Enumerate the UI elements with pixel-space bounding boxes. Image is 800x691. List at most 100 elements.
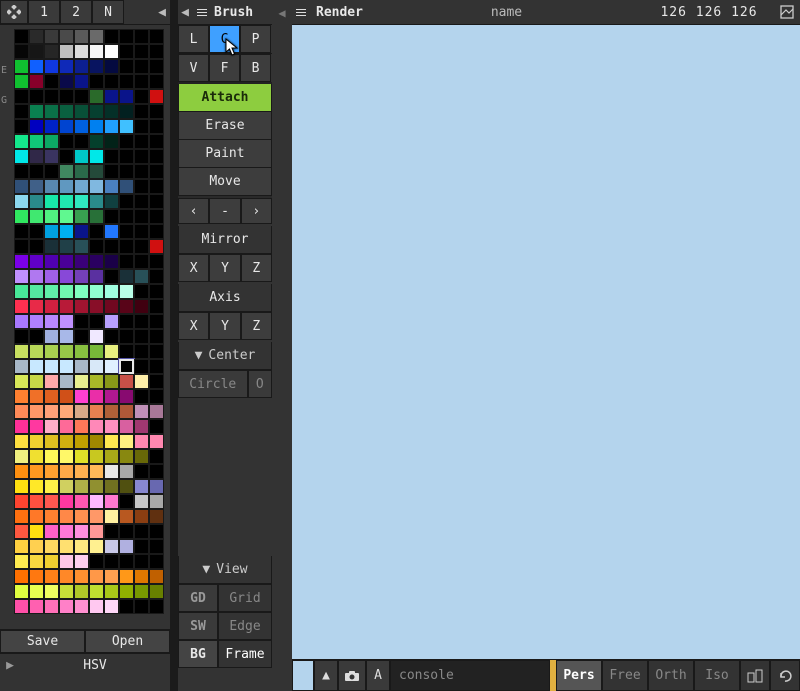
color-swatch[interactable] — [74, 194, 89, 209]
color-swatch[interactable] — [104, 434, 119, 449]
color-swatch[interactable] — [44, 44, 59, 59]
color-swatch[interactable] — [29, 299, 44, 314]
color-swatch[interactable] — [134, 584, 149, 599]
color-swatch[interactable] — [119, 59, 134, 74]
color-swatch[interactable] — [149, 389, 164, 404]
axis-y-button[interactable]: Y — [209, 312, 240, 340]
color-swatch[interactable] — [59, 344, 74, 359]
color-swatch[interactable] — [14, 389, 29, 404]
hamburger-icon[interactable] — [192, 9, 212, 16]
app-menu-icon[interactable] — [0, 0, 28, 24]
color-swatch[interactable] — [14, 284, 29, 299]
color-swatch[interactable] — [14, 584, 29, 599]
color-swatch[interactable] — [59, 404, 74, 419]
color-swatch[interactable] — [134, 434, 149, 449]
color-swatch[interactable] — [119, 509, 134, 524]
color-swatch[interactable] — [74, 314, 89, 329]
color-swatch[interactable] — [134, 209, 149, 224]
color-swatch[interactable] — [29, 464, 44, 479]
color-swatch[interactable] — [134, 194, 149, 209]
color-swatch[interactable] — [149, 179, 164, 194]
color-swatch[interactable] — [29, 404, 44, 419]
color-swatch[interactable] — [149, 344, 164, 359]
arrow-up-button[interactable]: ▲ — [314, 660, 338, 691]
color-swatch[interactable] — [44, 599, 59, 614]
color-swatch[interactable] — [59, 314, 74, 329]
color-swatch[interactable] — [14, 89, 29, 104]
color-swatch[interactable] — [14, 29, 29, 44]
color-swatch[interactable] — [74, 74, 89, 89]
color-swatch[interactable] — [29, 149, 44, 164]
color-swatch[interactable] — [134, 494, 149, 509]
color-swatch[interactable] — [104, 314, 119, 329]
color-swatch[interactable] — [89, 194, 104, 209]
color-swatch[interactable] — [59, 149, 74, 164]
color-swatch[interactable] — [134, 479, 149, 494]
color-swatch[interactable] — [134, 419, 149, 434]
color-swatch[interactable] — [29, 134, 44, 149]
color-swatch[interactable] — [59, 164, 74, 179]
color-swatch[interactable] — [149, 29, 164, 44]
color-swatch[interactable] — [14, 119, 29, 134]
color-swatch[interactable] — [89, 104, 104, 119]
color-swatch[interactable] — [74, 329, 89, 344]
color-swatch[interactable] — [59, 269, 74, 284]
color-swatch[interactable] — [59, 254, 74, 269]
color-swatch[interactable] — [119, 434, 134, 449]
color-swatch[interactable] — [104, 494, 119, 509]
color-swatch[interactable] — [149, 419, 164, 434]
color-swatch[interactable] — [104, 479, 119, 494]
color-swatch[interactable] — [134, 74, 149, 89]
shape-v-button[interactable]: V — [178, 54, 209, 82]
color-swatch[interactable] — [14, 374, 29, 389]
color-swatch[interactable] — [59, 554, 74, 569]
erase-mode-button[interactable]: Erase — [178, 112, 272, 140]
a-button[interactable]: A — [366, 660, 390, 691]
color-swatch[interactable] — [14, 269, 29, 284]
color-swatch[interactable] — [149, 269, 164, 284]
color-swatch[interactable] — [29, 569, 44, 584]
color-swatch[interactable] — [134, 359, 149, 374]
axis-x-button[interactable]: X — [178, 312, 209, 340]
color-swatch[interactable] — [14, 569, 29, 584]
color-swatch[interactable] — [74, 254, 89, 269]
palette-tab-n[interactable]: N — [92, 0, 124, 24]
color-swatch[interactable] — [74, 464, 89, 479]
palette-collapse-icon[interactable]: ◀ — [124, 0, 170, 24]
color-swatch[interactable] — [14, 509, 29, 524]
color-swatch[interactable] — [134, 239, 149, 254]
color-swatch[interactable] — [89, 284, 104, 299]
color-swatch[interactable] — [14, 464, 29, 479]
color-swatch[interactable] — [74, 239, 89, 254]
color-swatch[interactable] — [104, 59, 119, 74]
color-swatch[interactable] — [119, 479, 134, 494]
color-swatch[interactable] — [149, 479, 164, 494]
color-swatch[interactable] — [59, 74, 74, 89]
color-swatch[interactable] — [29, 344, 44, 359]
color-swatch[interactable] — [104, 74, 119, 89]
color-swatch[interactable] — [29, 554, 44, 569]
mirror-y-button[interactable]: Y — [209, 254, 240, 282]
color-swatch[interactable] — [134, 344, 149, 359]
color-swatch[interactable] — [149, 134, 164, 149]
color-swatch[interactable] — [74, 494, 89, 509]
projection-free-button[interactable]: Free — [602, 660, 648, 691]
color-swatch[interactable] — [44, 224, 59, 239]
color-swatch[interactable] — [29, 389, 44, 404]
color-swatch[interactable] — [44, 299, 59, 314]
color-swatch[interactable] — [59, 509, 74, 524]
color-swatch[interactable] — [119, 224, 134, 239]
color-swatch[interactable] — [104, 599, 119, 614]
color-swatch[interactable] — [119, 344, 134, 359]
color-swatch[interactable] — [59, 134, 74, 149]
color-swatch[interactable] — [104, 539, 119, 554]
color-swatch[interactable] — [89, 374, 104, 389]
color-swatch[interactable] — [104, 44, 119, 59]
color-swatch[interactable] — [134, 314, 149, 329]
color-swatch[interactable] — [119, 254, 134, 269]
color-swatch[interactable] — [89, 404, 104, 419]
color-swatch[interactable] — [134, 224, 149, 239]
color-swatch[interactable] — [29, 194, 44, 209]
mirror-x-button[interactable]: X — [178, 254, 209, 282]
color-swatch[interactable] — [44, 344, 59, 359]
